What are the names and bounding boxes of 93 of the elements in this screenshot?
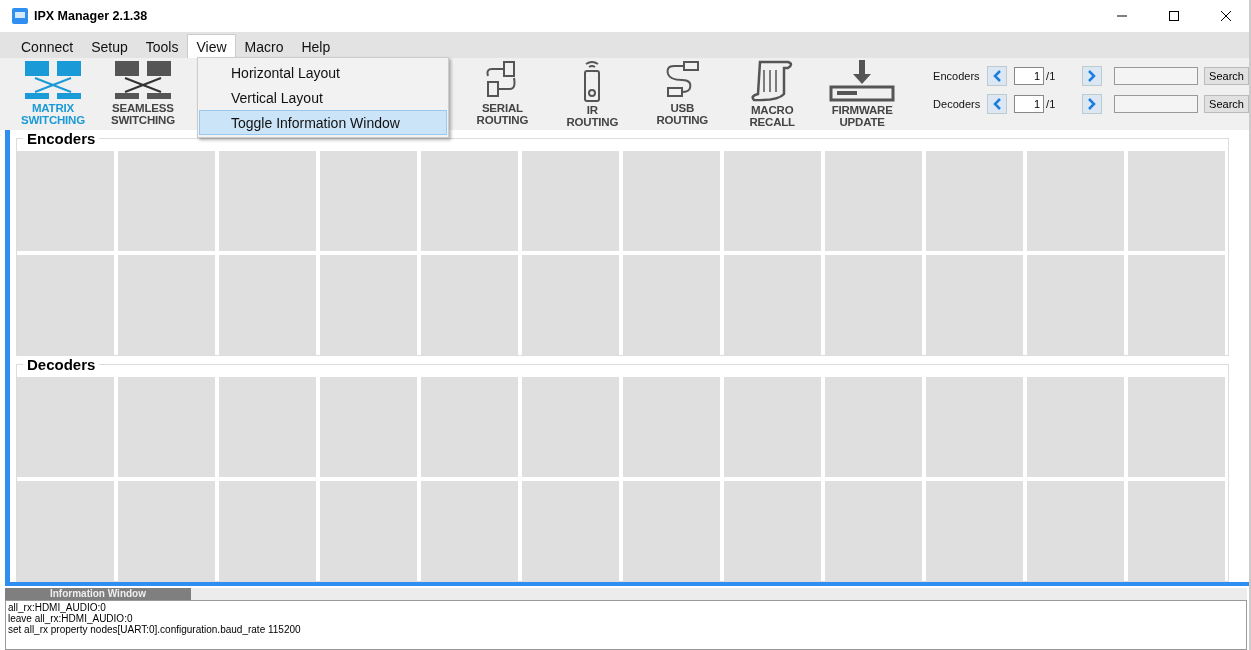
chevron-left-icon <box>993 98 1002 110</box>
monitors-crossed-lines-icon <box>112 60 173 100</box>
device-tile[interactable] <box>17 481 114 581</box>
device-tile[interactable] <box>623 377 720 477</box>
download-device-icon <box>829 60 896 102</box>
pager-label: Encoders <box>933 70 981 82</box>
device-tile[interactable] <box>623 255 720 355</box>
toolbar-button[interactable]: FIRMWARE UPDATE <box>819 58 906 128</box>
device-tile[interactable] <box>1128 151 1225 251</box>
device-tile[interactable] <box>219 481 316 581</box>
chevron-left-icon <box>993 70 1002 82</box>
device-tile[interactable] <box>1027 481 1124 581</box>
toolbar-button[interactable]: SERIAL ROUTING <box>459 58 546 126</box>
pager-label: Decoders <box>933 98 982 110</box>
close-icon <box>1221 11 1231 21</box>
device-tile[interactable] <box>1027 377 1124 477</box>
device-tile[interactable] <box>421 481 518 581</box>
menu-item[interactable]: Connect <box>12 34 83 58</box>
dropdown-item[interactable]: Vertical Layout <box>199 85 447 110</box>
device-tile[interactable] <box>320 481 417 581</box>
log-line: all_rx:HDMI_AUDIO:0 <box>8 602 107 613</box>
device-tile[interactable] <box>926 481 1023 581</box>
search-button[interactable]: Search <box>1204 67 1249 85</box>
device-tile[interactable] <box>926 255 1023 355</box>
device-tile[interactable] <box>17 151 114 251</box>
device-tile[interactable] <box>219 377 316 477</box>
device-tile[interactable] <box>1128 377 1225 477</box>
device-tile[interactable] <box>118 255 215 355</box>
log-line: set all_rx property nodes[UART:0].configuration.baud_rate 115200 <box>8 624 302 635</box>
device-tile[interactable] <box>1027 255 1124 355</box>
maximize-icon <box>1169 11 1179 21</box>
device-tile[interactable] <box>421 255 518 355</box>
group-title: Decoders <box>23 356 100 373</box>
dropdown-item[interactable]: Horizontal Layout <box>199 60 447 85</box>
device-tile[interactable] <box>17 377 114 477</box>
device-tile[interactable] <box>421 377 518 477</box>
window-title: IPX Manager 2.1.38 <box>34 9 149 23</box>
menu-item[interactable]: Setup <box>82 34 137 58</box>
device-tile[interactable] <box>825 481 922 581</box>
dropdown-item[interactable]: Toggle Information Window <box>199 110 447 135</box>
toolbar-button[interactable]: USB ROUTING <box>639 58 726 126</box>
device-tile[interactable] <box>118 151 215 251</box>
next-page-button[interactable] <box>1082 94 1103 114</box>
app-logo-icon <box>12 8 28 24</box>
search-button[interactable]: Search <box>1204 95 1249 113</box>
toolbar-button[interactable]: MACRO RECALL <box>729 58 816 128</box>
device-tile[interactable] <box>1027 151 1124 251</box>
device-tile[interactable] <box>724 377 821 477</box>
toolbar-button[interactable]: IR ROUTING <box>549 58 636 128</box>
device-tile[interactable] <box>825 151 922 251</box>
next-page-button[interactable] <box>1082 66 1103 86</box>
previous-page-button[interactable] <box>987 94 1008 114</box>
device-tile[interactable] <box>1128 481 1225 581</box>
device-tile[interactable] <box>926 151 1023 251</box>
monitors-crossed-arrows-icon <box>22 60 83 100</box>
page-total: /1 <box>1046 70 1057 82</box>
device-tile[interactable] <box>219 151 316 251</box>
search-field[interactable] <box>1114 95 1199 113</box>
chevron-right-icon <box>1088 70 1097 82</box>
menu-item[interactable]: View <box>187 34 236 58</box>
menu-item[interactable]: Tools <box>136 34 188 58</box>
search-field[interactable] <box>1114 67 1199 85</box>
chevron-right-icon <box>1088 98 1097 110</box>
device-tile[interactable] <box>522 481 619 581</box>
menu-item[interactable]: Macro <box>235 34 293 58</box>
device-tile[interactable] <box>219 255 316 355</box>
device-tile[interactable] <box>118 377 215 477</box>
device-tile[interactable] <box>926 377 1023 477</box>
device-tile[interactable] <box>17 255 114 355</box>
device-tile[interactable] <box>320 151 417 251</box>
device-tile[interactable] <box>724 151 821 251</box>
group-title: Encoders <box>23 130 100 147</box>
page-number-field[interactable]: 1 <box>1014 95 1045 113</box>
device-tile[interactable] <box>623 151 720 251</box>
device-tile[interactable] <box>522 151 619 251</box>
device-tile[interactable] <box>320 377 417 477</box>
device-tile[interactable] <box>623 481 720 581</box>
device-tile[interactable] <box>724 255 821 355</box>
menu-item[interactable]: Help <box>292 34 340 58</box>
device-tile[interactable] <box>724 481 821 581</box>
device-tile[interactable] <box>320 255 417 355</box>
device-tile[interactable] <box>522 377 619 477</box>
toolbar-button[interactable]: SEAMLESS SWITCHING <box>99 58 186 126</box>
device-tile[interactable] <box>825 377 922 477</box>
log-line: leave all_rx:HDMI_AUDIO:0 <box>8 613 134 624</box>
page-number-field[interactable]: 1 <box>1014 67 1045 85</box>
device-tile[interactable] <box>421 151 518 251</box>
device-tile[interactable] <box>825 255 922 355</box>
device-tile[interactable] <box>1128 255 1225 355</box>
device-tile[interactable] <box>118 481 215 581</box>
previous-page-button[interactable] <box>987 66 1008 86</box>
page-total: /1 <box>1046 98 1057 110</box>
device-tile[interactable] <box>522 255 619 355</box>
